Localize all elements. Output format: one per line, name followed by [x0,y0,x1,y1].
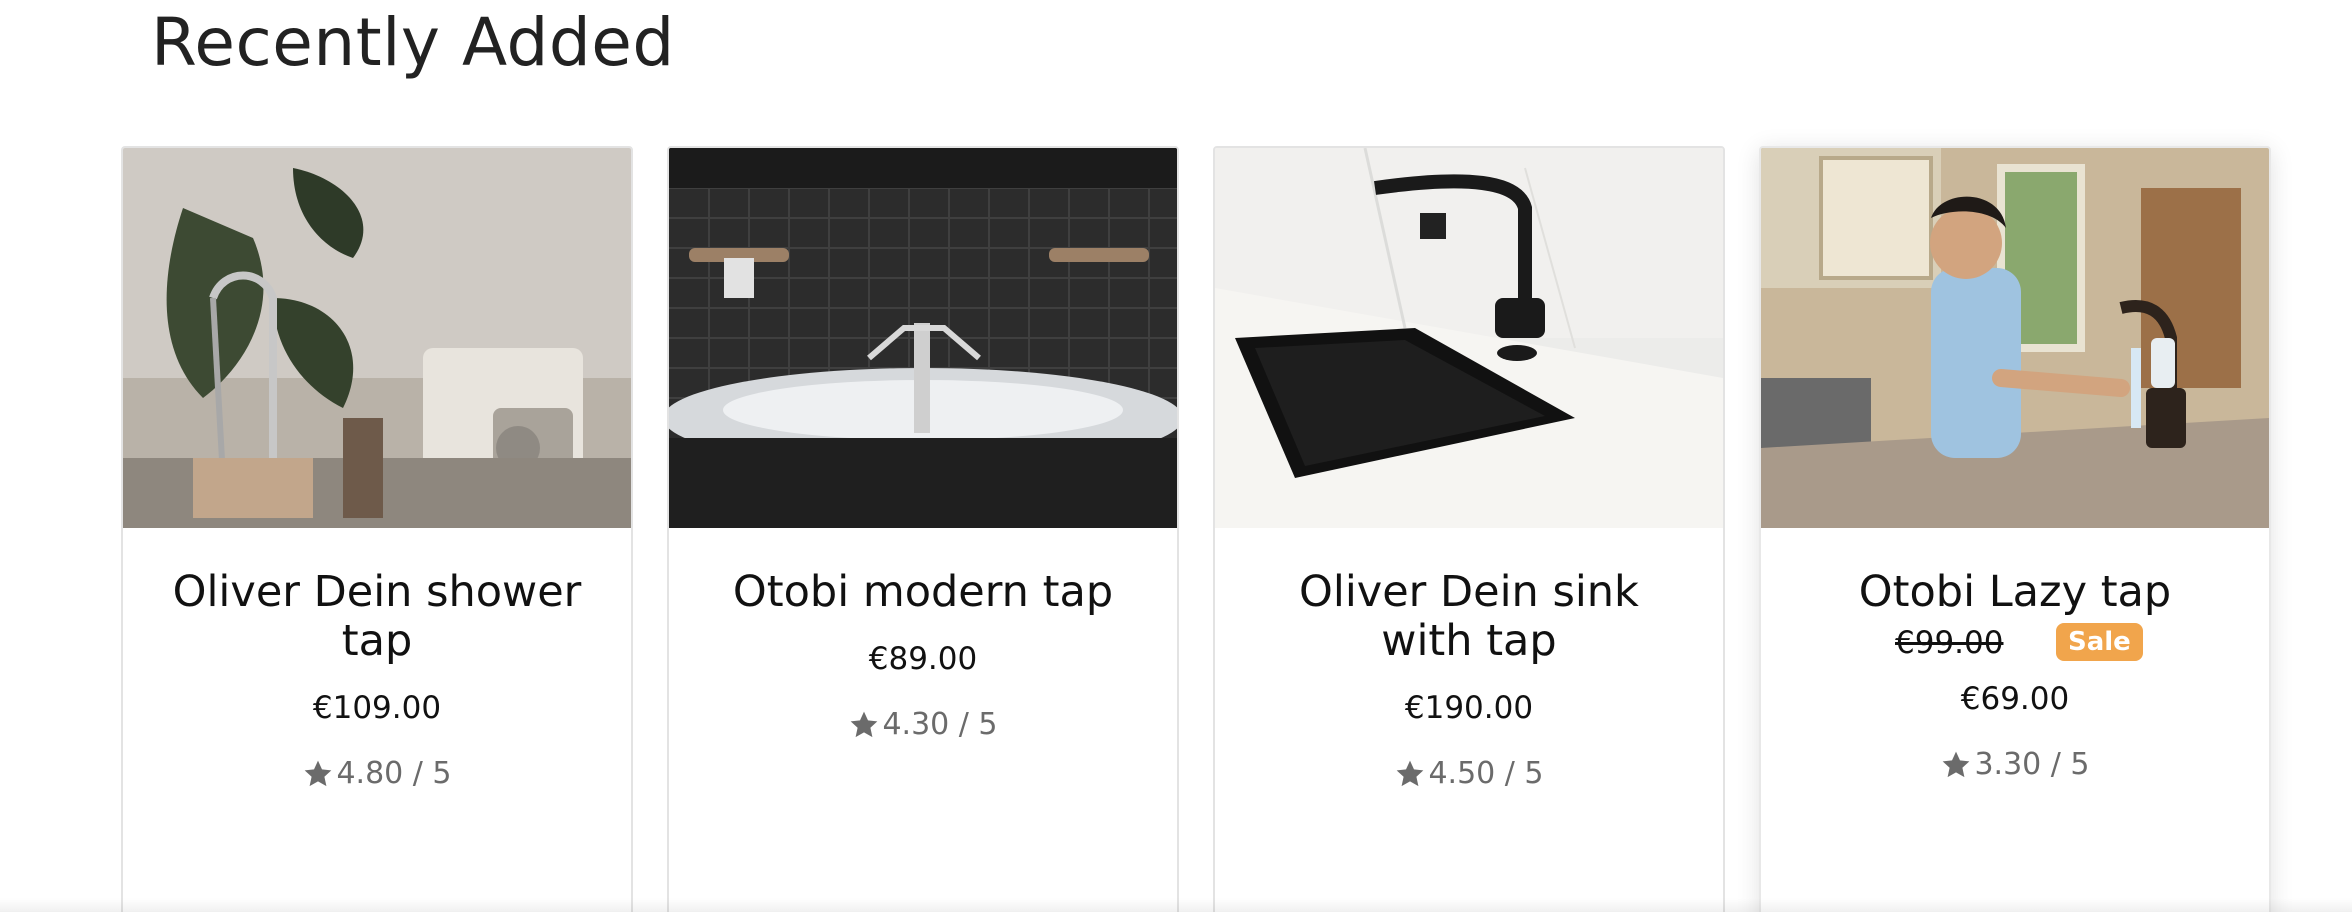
product-image[interactable] [1215,148,1723,528]
star-icon [1943,751,1970,777]
page-bottom-shadow [0,898,2352,912]
rating-value: 4.30 / 5 [882,707,998,742]
product-image[interactable] [123,148,631,528]
rating-value: 4.80 / 5 [336,756,452,791]
sale-badge: Sale [2056,623,2143,661]
old-price-row: €99.00 Sale [1761,617,2269,667]
product-image[interactable] [669,148,1177,528]
product-card[interactable]: Otobi modern tap €89.00 4.30 / 5 [667,146,1179,912]
star-icon [1397,760,1424,786]
product-rating: 4.30 / 5 [669,707,1177,742]
product-rating: 4.50 / 5 [1215,756,1723,791]
product-card[interactable]: Oliver Dein shower tap €109.00 4.80 / 5 [121,146,633,912]
star-icon [305,760,332,786]
product-rating: 3.30 / 5 [1761,747,2269,782]
product-title[interactable]: Oliver Dein shower tap [123,568,631,666]
product-price: €109.00 [312,690,442,726]
product-title[interactable]: Oliver Dein sink with tap [1215,568,1723,666]
rating-value: 3.30 / 5 [1974,747,2090,782]
product-price: €190.00 [1404,690,1534,726]
product-rating: 4.80 / 5 [123,756,631,791]
section-title: Recently Added [151,4,675,81]
rating-value: 4.50 / 5 [1428,756,1544,791]
product-card[interactable]: Oliver Dein sink with tap €190.00 4.50 /… [1213,146,1725,912]
star-icon [851,711,878,737]
product-image[interactable] [1761,148,2269,528]
product-title[interactable]: Otobi modern tap [669,568,1177,617]
old-price: €99.00 [1895,625,2004,661]
product-price: €69.00 [1960,681,2070,717]
product-price: €89.00 [868,641,978,677]
product-card[interactable]: Otobi Lazy tap €99.00 Sale €69.00 3.30 /… [1759,146,2271,912]
product-title[interactable]: Otobi Lazy tap [1761,568,2269,617]
